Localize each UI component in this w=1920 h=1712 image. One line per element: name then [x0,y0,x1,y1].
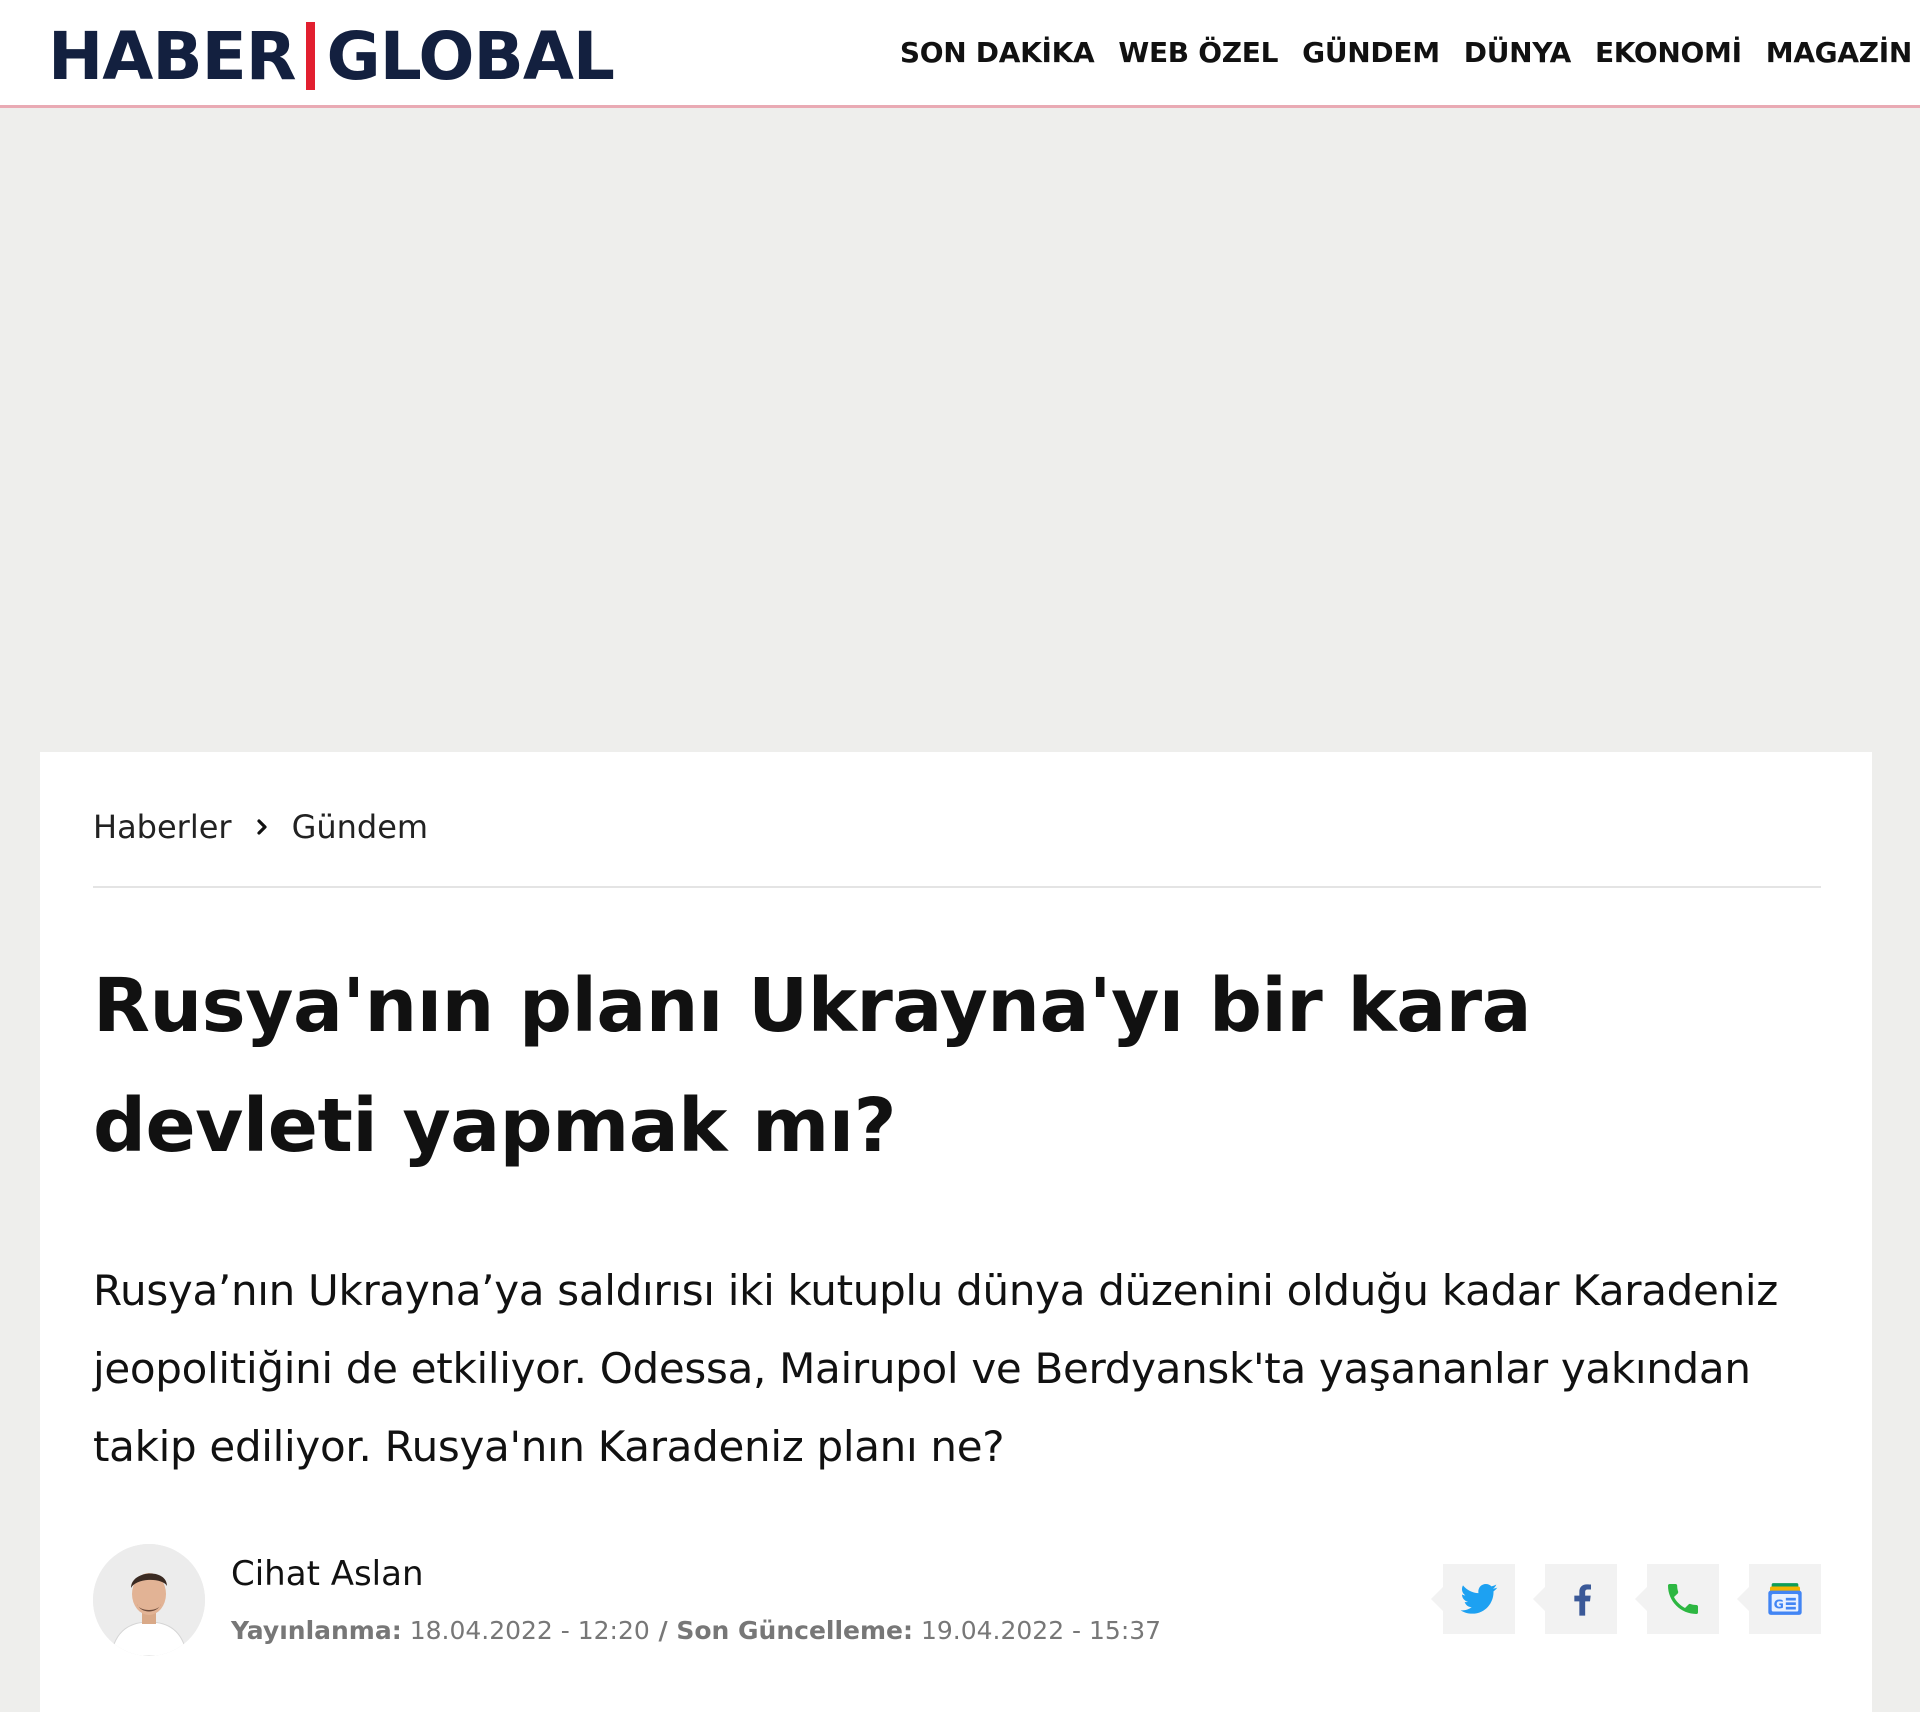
nav-son-dakika[interactable]: SON DAKİKA [900,36,1095,69]
dates-separator: / [649,1616,677,1645]
whatsapp-phone-icon [1668,1584,1698,1614]
svg-text:G: G [1774,1596,1784,1611]
nav-ekonomi[interactable]: EKONOMİ [1595,36,1742,69]
updated-value: 19.04.2022 - 15:37 [920,1616,1162,1645]
nav-magazin[interactable]: MAGAZİN [1766,36,1913,69]
breadcrumb-divider [93,886,1821,888]
author-avatar[interactable] [93,1544,205,1656]
google-news-icon: G [1768,1583,1802,1615]
article-title: Rusya'nın planı Ukrayna'yı bir kara devl… [93,963,1532,1169]
share-google-news-button[interactable]: G [1737,1564,1821,1634]
share-whatsapp-button[interactable] [1635,1564,1719,1634]
nav-dunya[interactable]: DÜNYA [1464,36,1571,69]
site-header: HABER GLOBAL SON DAKİKA WEB ÖZEL GÜNDEM … [0,0,1920,108]
facebook-icon [1574,1584,1591,1616]
twitter-icon [1460,1584,1498,1614]
updated-label: Son Güncelleme: [676,1616,914,1645]
share-twitter-button[interactable] [1431,1564,1515,1634]
haber-global-logo[interactable]: HABER GLOBAL [48,17,615,95]
author-name[interactable]: Cihat Aslan [231,1554,424,1594]
breadcrumb: Haberler Gündem [93,808,428,846]
logo-divider-bar [305,22,315,90]
logo-text-haber: HABER [48,17,297,95]
article-summary: Rusya’nın Ukrayna’ya saldırısı iki kutup… [93,1266,1778,1471]
nav-web-ozel[interactable]: WEB ÖZEL [1118,36,1278,69]
share-facebook-button[interactable] [1533,1564,1617,1634]
logo-text-global: GLOBAL [326,17,615,95]
breadcrumb-gundem[interactable]: Gündem [292,808,429,846]
chevron-right-icon [256,819,267,835]
article-card: Haberler Gündem Rusya'nın planı Ukrayna'… [40,752,1872,1712]
nav-gundem[interactable]: GÜNDEM [1302,36,1440,69]
published-value: 18.04.2022 - 12:20 [409,1616,650,1645]
person-icon [93,1544,205,1656]
published-label: Yayınlanma: [231,1616,402,1645]
main-nav: SON DAKİKA WEB ÖZEL GÜNDEM DÜNYA EKONOMİ… [900,36,1912,69]
author-meta: Cihat Aslan Yayınlanma: 18.04.2022 - 12:… [93,1544,1821,1660]
publish-dates: Yayınlanma: 18.04.2022 - 12:20 / Son Gün… [231,1616,1161,1645]
share-buttons: G [1431,1564,1821,1634]
breadcrumb-haberler[interactable]: Haberler [93,808,232,846]
